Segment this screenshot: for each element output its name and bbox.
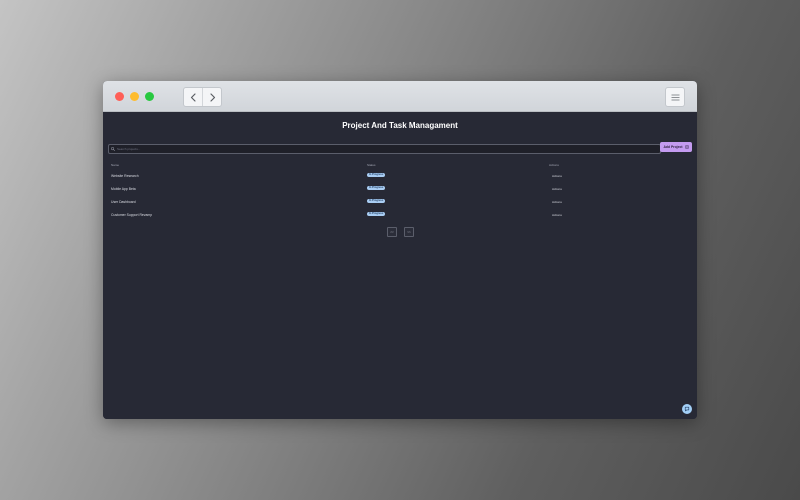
app-content: Project And Task Managament Add Project …	[103, 112, 697, 419]
project-name: Customer Support Revamp	[111, 213, 153, 217]
close-window-button[interactable]	[115, 92, 124, 101]
previous-page-button[interactable]: <<	[387, 227, 397, 237]
add-document-icon	[684, 145, 689, 149]
project-name: User Dashboard	[111, 200, 136, 204]
zoom-window-button[interactable]	[145, 92, 154, 101]
status-badge: In Progress	[367, 212, 386, 216]
actions-menu[interactable]: Actions	[552, 174, 562, 178]
history-nav	[183, 87, 222, 107]
search-input[interactable]	[117, 147, 617, 151]
minimize-window-button[interactable]	[130, 92, 139, 101]
add-project-button[interactable]: Add Project	[660, 142, 692, 152]
search-icon	[111, 147, 115, 151]
column-header-status: Status	[367, 163, 376, 167]
hamburger-menu-icon	[671, 94, 679, 100]
forward-button[interactable]	[202, 88, 221, 106]
project-name: Mobile App Beta	[111, 187, 136, 191]
chevron-left-icon	[190, 92, 196, 102]
table-row[interactable]: Mobile App Beta In Progress Actions	[103, 184, 697, 197]
table-row[interactable]: User Dashboard In Progress Actions	[103, 197, 697, 210]
actions-menu[interactable]: Actions	[552, 187, 562, 191]
chevron-right-icon	[209, 92, 215, 102]
browser-window: Project And Task Managament Add Project …	[103, 81, 697, 419]
table-row[interactable]: Website Research In Progress Actions	[103, 171, 697, 184]
actions-menu[interactable]: Actions	[552, 200, 562, 204]
search-bar[interactable]	[108, 144, 661, 154]
status-badge: In Progress	[367, 173, 386, 177]
add-project-label: Add Project	[663, 145, 683, 149]
column-header-actions: Actions	[549, 163, 559, 167]
project-name: Website Research	[111, 174, 139, 178]
window-titlebar	[103, 81, 697, 112]
chat-button[interactable]	[682, 404, 692, 414]
chat-icon	[684, 406, 690, 412]
column-header-name: Name	[111, 163, 120, 167]
status-badge: In Progress	[367, 199, 386, 203]
actions-menu[interactable]: Actions	[552, 213, 562, 217]
page-title: Project And Task Managament	[342, 121, 458, 130]
back-button[interactable]	[184, 88, 202, 106]
status-badge: In Progress	[367, 186, 386, 190]
table-row[interactable]: Customer Support Revamp In Progress Acti…	[103, 210, 697, 223]
menu-button[interactable]	[665, 87, 685, 107]
next-page-button[interactable]: >>	[404, 227, 414, 237]
